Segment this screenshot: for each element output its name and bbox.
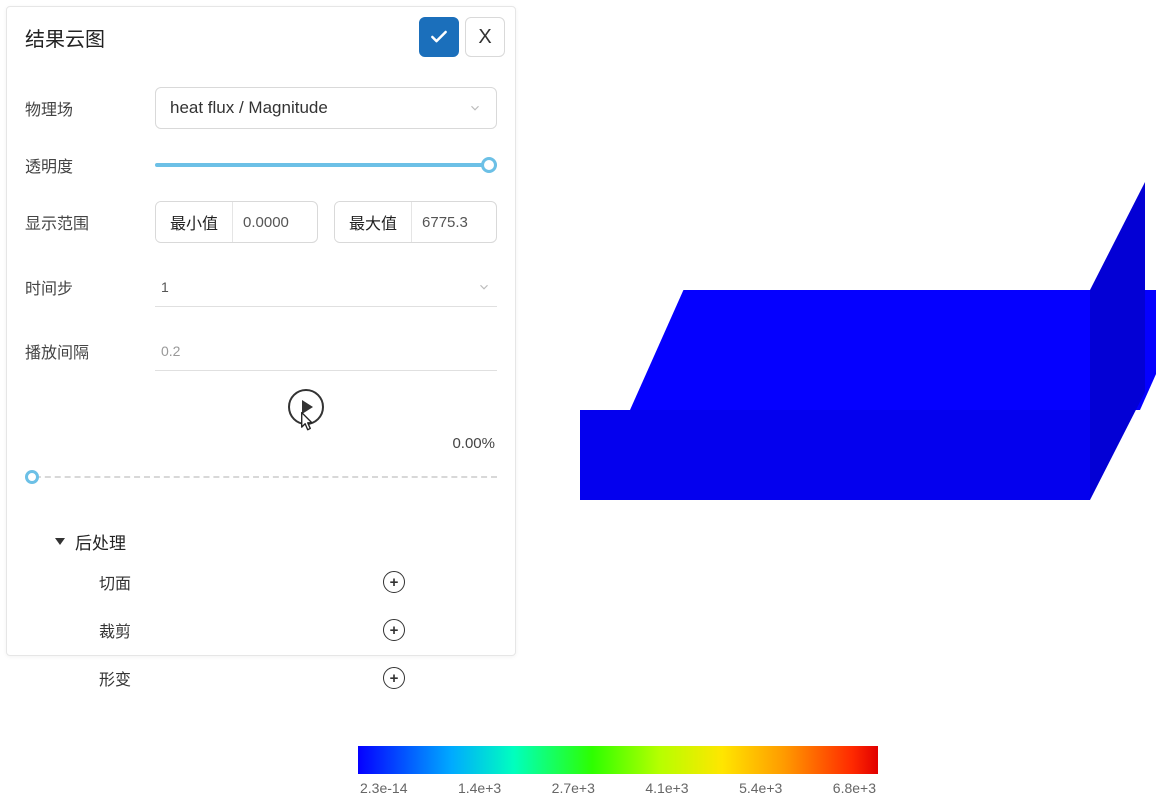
- solid-top-face: [630, 290, 1156, 410]
- row-physics-field: 物理场 heat flux / Magnitude: [25, 87, 497, 129]
- check-icon: [429, 27, 449, 47]
- min-value-group: 最小值 0.0000: [155, 201, 318, 243]
- timeline-slider[interactable]: [25, 465, 497, 489]
- opacity-track: [155, 163, 497, 167]
- tree-item-deform[interactable]: 形变 +: [55, 658, 497, 698]
- color-ticks: 2.3e-14 1.4e+3 2.7e+3 4.1e+3 5.4e+3 6.8e…: [358, 780, 878, 796]
- tree-item-label: 裁剪: [99, 618, 131, 642]
- timeline-thumb[interactable]: [25, 470, 39, 484]
- postprocess-header[interactable]: 后处理: [55, 529, 497, 554]
- tick-label: 2.7e+3: [552, 780, 595, 796]
- progress-percent: 0.00%: [452, 435, 495, 452]
- postprocess-tree: 后处理 切面 + 裁剪 + 形变 +: [25, 529, 497, 698]
- timestep-value: 1: [161, 279, 169, 295]
- tree-item-slice[interactable]: 切面 +: [55, 562, 497, 602]
- row-timestep: 时间步 1: [25, 267, 497, 307]
- tick-label: 5.4e+3: [739, 780, 782, 796]
- panel-title: 结果云图: [25, 23, 105, 52]
- plus-icon: +: [390, 670, 399, 687]
- plus-icon: +: [390, 622, 399, 639]
- min-input[interactable]: 0.0000: [233, 202, 317, 242]
- row-opacity: 透明度: [25, 153, 497, 177]
- chevron-down-icon: [468, 101, 482, 115]
- tick-label: 2.3e-14: [360, 780, 407, 796]
- tick-label: 1.4e+3: [458, 780, 501, 796]
- add-deform-button[interactable]: +: [383, 667, 405, 689]
- tick-label: 4.1e+3: [645, 780, 688, 796]
- play-row: 0.00%: [25, 389, 497, 459]
- panel-body: 物理场 heat flux / Magnitude 透明度 显示范围: [7, 69, 515, 704]
- max-label: 最大值: [335, 202, 412, 242]
- play-button[interactable]: [288, 389, 324, 425]
- plus-icon: +: [390, 574, 399, 591]
- solid-front-face: [580, 410, 1090, 500]
- triangle-down-icon: [55, 538, 65, 545]
- confirm-button[interactable]: [419, 17, 459, 57]
- opacity-thumb[interactable]: [481, 157, 497, 173]
- timeline-track: [25, 476, 497, 478]
- tree-item-label: 切面: [99, 570, 131, 594]
- tick-label: 6.8e+3: [833, 780, 876, 796]
- opacity-slider[interactable]: [155, 155, 497, 175]
- tree-item-clip[interactable]: 裁剪 +: [55, 610, 497, 650]
- close-icon: X: [478, 26, 491, 49]
- close-button[interactable]: X: [465, 17, 505, 57]
- result-solid[interactable]: [580, 290, 1140, 510]
- 3d-viewport[interactable]: [530, 0, 1156, 804]
- postprocess-label: 后处理: [75, 529, 126, 554]
- interval-input[interactable]: 0.2: [155, 331, 497, 371]
- result-cloud-panel: 结果云图 X 物理场 heat flux / Magnitude 透明度: [6, 6, 516, 656]
- color-gradient: [358, 746, 878, 774]
- physics-field-select[interactable]: heat flux / Magnitude: [155, 87, 497, 129]
- panel-header: 结果云图 X: [7, 7, 515, 69]
- timestep-label: 时间步: [25, 275, 155, 299]
- color-legend: 2.3e-14 1.4e+3 2.7e+3 4.1e+3 5.4e+3 6.8e…: [358, 746, 878, 796]
- add-slice-button[interactable]: +: [383, 571, 405, 593]
- panel-actions: X: [419, 17, 505, 57]
- interval-label: 播放间隔: [25, 339, 155, 363]
- row-range: 显示范围 最小值 0.0000 最大值 6775.3: [25, 201, 497, 243]
- row-interval: 播放间隔 0.2: [25, 331, 497, 371]
- chevron-down-icon: [477, 280, 491, 294]
- add-clip-button[interactable]: +: [383, 619, 405, 641]
- opacity-label: 透明度: [25, 153, 155, 177]
- max-value-group: 最大值 6775.3: [334, 201, 497, 243]
- range-label: 显示范围: [25, 210, 155, 234]
- cursor-pointer-icon: [295, 410, 317, 437]
- tree-item-label: 形变: [99, 666, 131, 690]
- physics-field-label: 物理场: [25, 96, 155, 120]
- solid-side-face: [1090, 182, 1145, 500]
- physics-field-value: heat flux / Magnitude: [170, 98, 328, 118]
- max-input[interactable]: 6775.3: [412, 202, 496, 242]
- timestep-select[interactable]: 1: [155, 267, 497, 307]
- min-label: 最小值: [156, 202, 233, 242]
